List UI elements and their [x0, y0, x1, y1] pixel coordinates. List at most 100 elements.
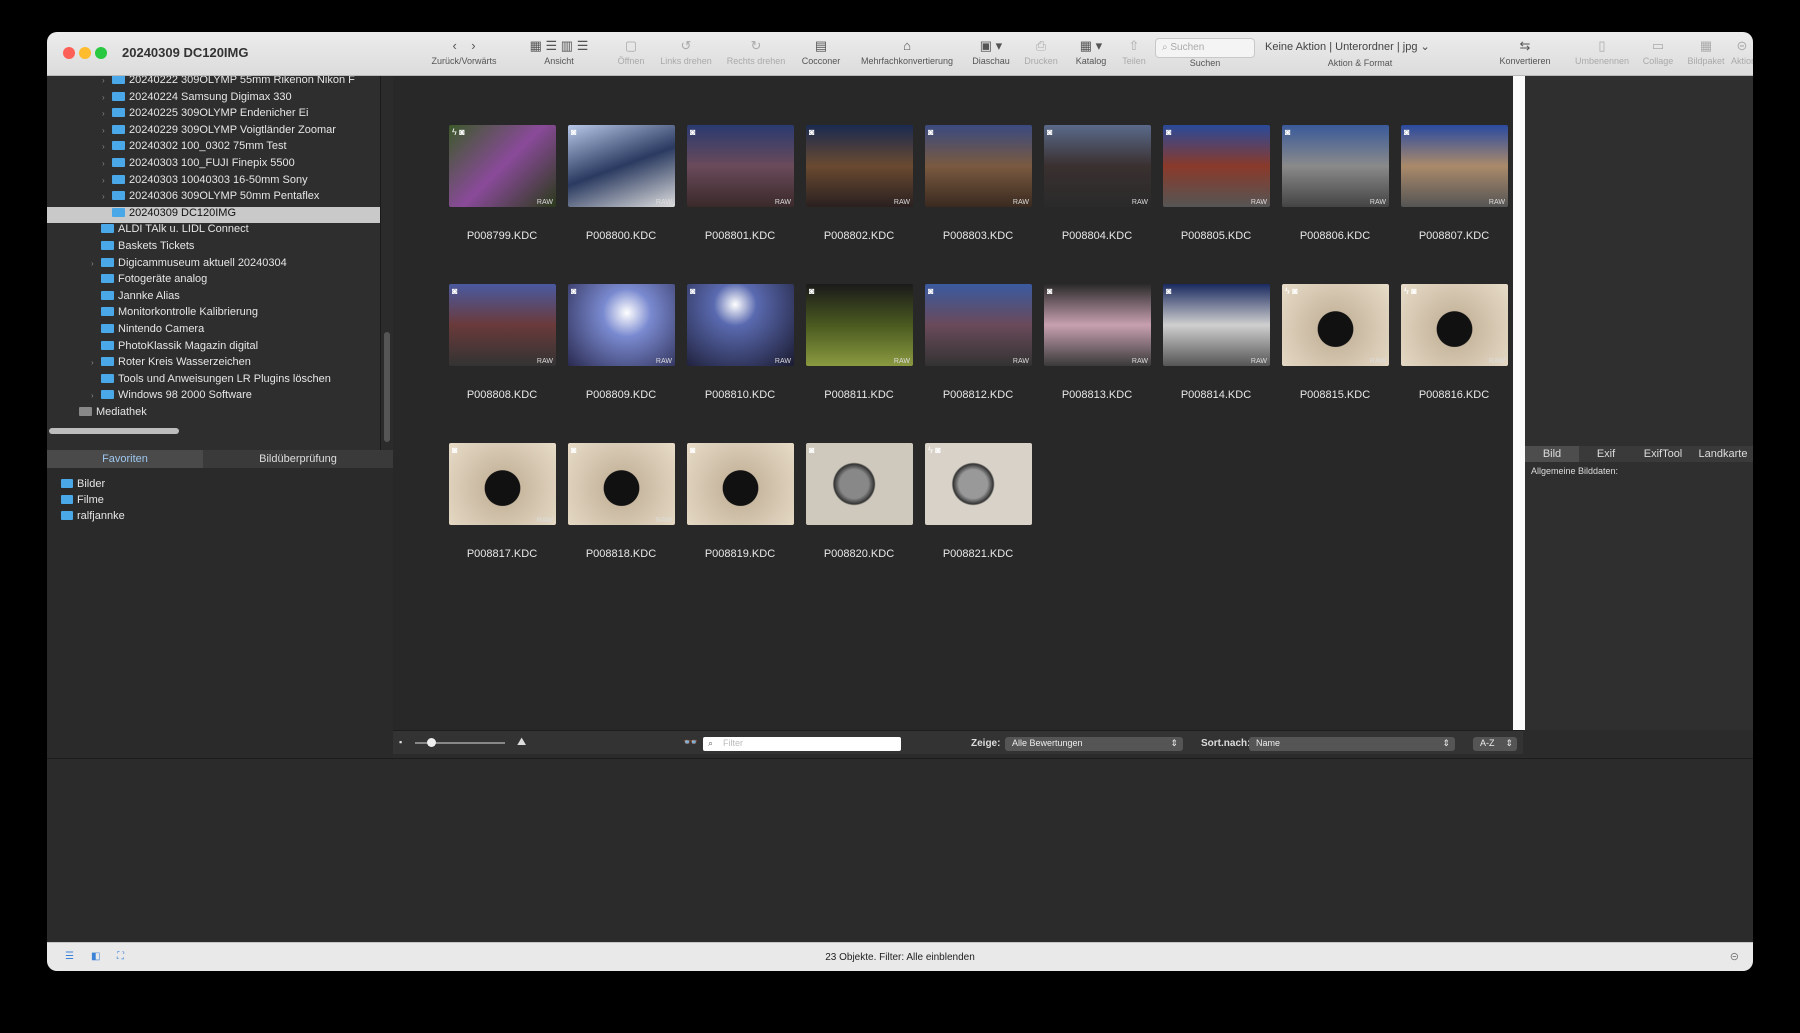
thumbnail-image[interactable]: ◙ RAW	[449, 443, 556, 525]
zoom-window-button[interactable]	[95, 47, 107, 59]
thumbnail-image[interactable]: ◙	[687, 443, 794, 525]
image-package-button[interactable]: ▦ Bildpaket	[1683, 36, 1729, 74]
disclosure-icon[interactable]: ›	[91, 259, 101, 268]
thumbnail-image[interactable]: ◙ RAW	[925, 284, 1032, 366]
tree-item[interactable]: Jannke Alias	[47, 290, 380, 306]
glasses-icon[interactable]: 👓	[683, 735, 698, 749]
nav-back-forward[interactable]: ‹ › Zurück/Vorwärts	[429, 36, 499, 74]
disclosure-icon[interactable]: ›	[102, 142, 112, 151]
thumbnail-image[interactable]: ◙ RAW	[1163, 284, 1270, 366]
tab-bild[interactable]: Bild	[1525, 446, 1579, 462]
filter-input[interactable]: ⌕ Filter	[703, 737, 901, 751]
tree-item[interactable]: › 20240303 100_FUJI Finepix 5500	[47, 157, 380, 173]
disclosure-icon[interactable]: ›	[102, 176, 112, 185]
tree-horizontal-scrollbar[interactable]	[49, 428, 179, 434]
thumbnail-item[interactable]: ◙ RAW P008818.KDC	[567, 443, 675, 560]
thumbnail-image[interactable]: ◙ RAW	[568, 443, 675, 525]
batch-convert-button[interactable]: ⌂ Mehrfachkonvertierung	[855, 36, 959, 74]
thumbnail-image[interactable]: ◙ RAW	[1282, 125, 1389, 207]
thumbnail-item[interactable]: ◙ RAW P008804.KDC	[1043, 125, 1151, 242]
thumbnail-item[interactable]: ◙ RAW P008813.KDC	[1043, 284, 1151, 401]
thumbnail-item[interactable]: ◙ RAW P008803.KDC	[924, 125, 1032, 242]
thumbnail-item[interactable]: ◙ RAW P008807.KDC	[1400, 125, 1508, 242]
tree-item[interactable]: › 20240302 100_0302 75mm Test	[47, 140, 380, 156]
thumbnail-image[interactable]: ◙ RAW	[687, 284, 794, 366]
settings-icon[interactable]: ⊝	[1730, 950, 1739, 963]
thumbnail-image[interactable]: ◙ RAW	[1044, 125, 1151, 207]
thumbnail-item[interactable]: ◙ RAW P008810.KDC	[686, 284, 794, 401]
view-switcher[interactable]: ▦ ☰ ▥ ☰ Ansicht	[513, 36, 605, 74]
tree-item[interactable]: › 20240303 10040303 16-50mm Sony	[47, 174, 380, 190]
thumbnail-image[interactable]: ϟ ◙ RAW	[1401, 284, 1508, 366]
share-button[interactable]: ⇧ Teilen	[1119, 36, 1149, 74]
thumbnail-image[interactable]: ◙ RAW	[806, 284, 913, 366]
thumbnail-image[interactable]: ◙ RAW	[1044, 284, 1151, 366]
thumbnail-item[interactable]: ϟ ◙ RAW P008799.KDC	[448, 125, 556, 242]
disclosure-icon[interactable]: ›	[102, 76, 112, 85]
tree-item[interactable]: Mediathek	[47, 406, 380, 422]
action-button[interactable]: ⊝ Aktion	[1731, 36, 1753, 74]
order-select[interactable]: A-Z ⇕	[1473, 737, 1517, 751]
thumbnail-item[interactable]: ◙ RAW P008817.KDC	[448, 443, 556, 560]
catalog-button[interactable]: ▦ ▾ Katalog	[1069, 36, 1113, 74]
thumbnail-item[interactable]: ◙ RAW P008808.KDC	[448, 284, 556, 401]
disclosure-icon[interactable]: ›	[91, 391, 101, 400]
thumbnail-item[interactable]: ◙ RAW P008809.KDC	[567, 284, 675, 401]
rotate-left-button[interactable]: ↺ Links drehen	[659, 36, 713, 74]
rename-button[interactable]: ▯ Umbenennen	[1571, 36, 1633, 74]
favorite-item[interactable]: Bilder	[61, 478, 105, 490]
thumbnail-item[interactable]: ◙ RAW P008806.KDC	[1281, 125, 1389, 242]
cocooner-button[interactable]: ▤ Cocconer	[799, 36, 843, 74]
disclosure-icon[interactable]: ›	[102, 126, 112, 135]
disclosure-icon[interactable]: ›	[102, 159, 112, 168]
thumbnail-item[interactable]: ϟ ◙ RAW P008816.KDC	[1400, 284, 1508, 401]
disclosure-icon[interactable]: ›	[91, 358, 101, 367]
convert-button[interactable]: ⇆ Konvertieren	[1495, 36, 1555, 74]
tree-item[interactable]: › Roter Kreis Wasserzeichen	[47, 356, 380, 372]
tree-item[interactable]: Fotogeräte analog	[47, 273, 380, 289]
search-input[interactable]: ⌕ Suchen	[1155, 38, 1255, 58]
tree-item[interactable]: › 20240224 Samsung Digimax 330	[47, 91, 380, 107]
thumbnail-item[interactable]: ◙ P008819.KDC	[686, 443, 794, 560]
rating-select[interactable]: Alle Bewertungen ⇕	[1005, 737, 1183, 751]
tree-item[interactable]: Baskets Tickets	[47, 240, 380, 256]
slideshow-button[interactable]: ▣ ▾ Diaschau	[969, 36, 1013, 74]
thumbnail-image[interactable]: ◙ RAW	[568, 125, 675, 207]
thumbnail-item[interactable]: ◙ RAW P008811.KDC	[805, 284, 913, 401]
tree-item[interactable]: › 20240306 309OLYMP 50mm Pentaflex	[47, 190, 380, 206]
sort-select[interactable]: Name ⇕	[1249, 737, 1455, 751]
print-button[interactable]: ⎙ Drucken	[1021, 36, 1061, 74]
thumbnail-image[interactable]: ◙ RAW	[449, 284, 556, 366]
thumbnail-item[interactable]: ◙ RAW P008801.KDC	[686, 125, 794, 242]
tab-image-review[interactable]: Bildüberprüfung	[203, 450, 393, 468]
thumbnail-image[interactable]: ϟ ◙ RAW	[1282, 284, 1389, 366]
tree-item[interactable]: Tools und Anweisungen LR Plugins löschen	[47, 373, 380, 389]
thumbnail-image[interactable]: ◙	[806, 443, 913, 525]
close-window-button[interactable]	[63, 47, 75, 59]
grid-scrollbar[interactable]	[1513, 76, 1525, 730]
disclosure-icon[interactable]: ›	[102, 109, 112, 118]
thumbnail-image[interactable]: ◙ RAW	[1163, 125, 1270, 207]
tree-item[interactable]: › 20240225 309OLYMP Endenicher Ei	[47, 107, 380, 123]
tree-item[interactable]: › Digicammuseum aktuell 20240304	[47, 257, 380, 273]
thumbnail-image[interactable]: ϟ ◙	[925, 443, 1032, 525]
thumbnail-image[interactable]: ◙ RAW	[568, 284, 675, 366]
rotate-right-button[interactable]: ↻ Rechts drehen	[723, 36, 789, 74]
thumbnail-image[interactable]: ◙ RAW	[925, 125, 1032, 207]
open-button[interactable]: ▢ Öffnen	[613, 36, 649, 74]
tree-item[interactable]: 20240309 DC120IMG	[47, 206, 380, 223]
thumbnail-item[interactable]: ◙ RAW P008805.KDC	[1162, 125, 1270, 242]
thumbnail-item[interactable]: ◙ RAW P008814.KDC	[1162, 284, 1270, 401]
thumbnail-image[interactable]: ◙ RAW	[1401, 125, 1508, 207]
thumbnail-item[interactable]: ◙ RAW P008800.KDC	[567, 125, 675, 242]
thumbnail-image[interactable]: ◙ RAW	[687, 125, 794, 207]
thumbnail-image[interactable]: ϟ ◙ RAW	[449, 125, 556, 207]
thumbnail-item[interactable]: ϟ ◙ P008821.KDC	[924, 443, 1032, 560]
tree-item[interactable]: Nintendo Camera	[47, 323, 380, 339]
tree-item[interactable]: › Windows 98 2000 Software	[47, 389, 380, 405]
thumbnail-item[interactable]: ◙ P008820.KDC	[805, 443, 913, 560]
thumbnail-item[interactable]: ◙ RAW P008802.KDC	[805, 125, 913, 242]
tree-vertical-scrollbar[interactable]	[384, 332, 390, 442]
favorite-item[interactable]: Filme	[61, 494, 104, 506]
tree-item[interactable]: › 20240229 309OLYMP Voigtländer Zoomar	[47, 124, 380, 140]
